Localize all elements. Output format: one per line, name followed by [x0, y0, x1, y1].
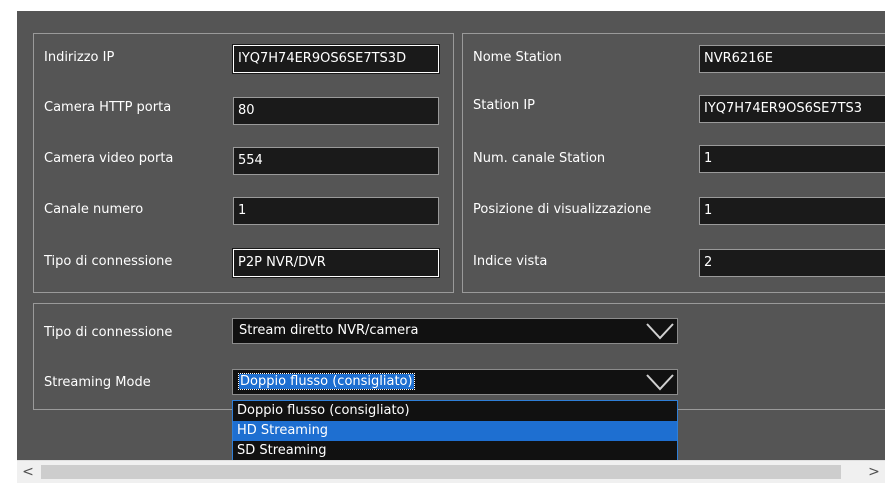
display-position-label: Posizione di visualizzazione: [473, 202, 652, 217]
station-name-field[interactable]: NVR6216E: [699, 45, 885, 73]
scroll-left-arrow-icon[interactable]: <: [19, 463, 37, 481]
streaming-mode-value: Doppio flusso (consigliato): [238, 373, 415, 390]
horizontal-scrollbar[interactable]: < >: [17, 460, 885, 483]
dropdown-option-dual-stream[interactable]: Doppio flusso (consigliato): [233, 401, 677, 421]
channel-number-label: Canale numero: [44, 202, 144, 217]
http-port-field[interactable]: 80: [233, 97, 439, 125]
view-index-field[interactable]: 2: [699, 249, 885, 277]
dropdown-option-sd-streaming[interactable]: SD Streaming: [233, 441, 677, 461]
scroll-right-arrow-icon[interactable]: >: [865, 463, 883, 481]
station-channel-field[interactable]: 1: [699, 145, 885, 173]
connection-type-field[interactable]: P2P NVR/DVR: [232, 248, 440, 278]
connection-type-value: Stream diretto NVR/camera: [239, 323, 419, 338]
streaming-mode-dropdown: Doppio flusso (consigliato) HD Streaming…: [232, 400, 678, 464]
chevron-down-icon[interactable]: [645, 321, 675, 341]
streaming-mode-select[interactable]: Doppio flusso (consigliato): [232, 369, 678, 395]
video-port-field[interactable]: 554: [233, 147, 439, 175]
ip-address-field[interactable]: IYQ7H74ER9OS6SE7TS3D: [232, 44, 440, 74]
dropdown-option-hd-streaming[interactable]: HD Streaming: [233, 421, 677, 441]
station-ip-field[interactable]: IYQ7H74ER9OS6SE7TS3: [699, 95, 885, 123]
channel-number-field[interactable]: 1: [233, 197, 439, 225]
connection-type-label: Tipo di connessione: [44, 254, 173, 269]
scrollbar-thumb[interactable]: [41, 465, 841, 479]
view-index-label: Indice vista: [473, 254, 548, 269]
station-name-label: Nome Station: [473, 50, 562, 65]
stream-connection-label: Tipo di connessione: [44, 325, 173, 340]
connection-type-select[interactable]: Stream diretto NVR/camera: [232, 318, 678, 344]
http-port-label: Camera HTTP porta: [44, 100, 172, 115]
streaming-mode-label: Streaming Mode: [44, 375, 151, 390]
chevron-down-icon[interactable]: [645, 372, 675, 392]
station-ip-label: Station IP: [473, 98, 536, 113]
video-port-label: Camera video porta: [44, 151, 174, 166]
display-position-field[interactable]: 1: [699, 197, 885, 225]
ip-address-label: Indirizzo IP: [44, 50, 115, 65]
station-channel-label: Num. canale Station: [473, 151, 606, 166]
